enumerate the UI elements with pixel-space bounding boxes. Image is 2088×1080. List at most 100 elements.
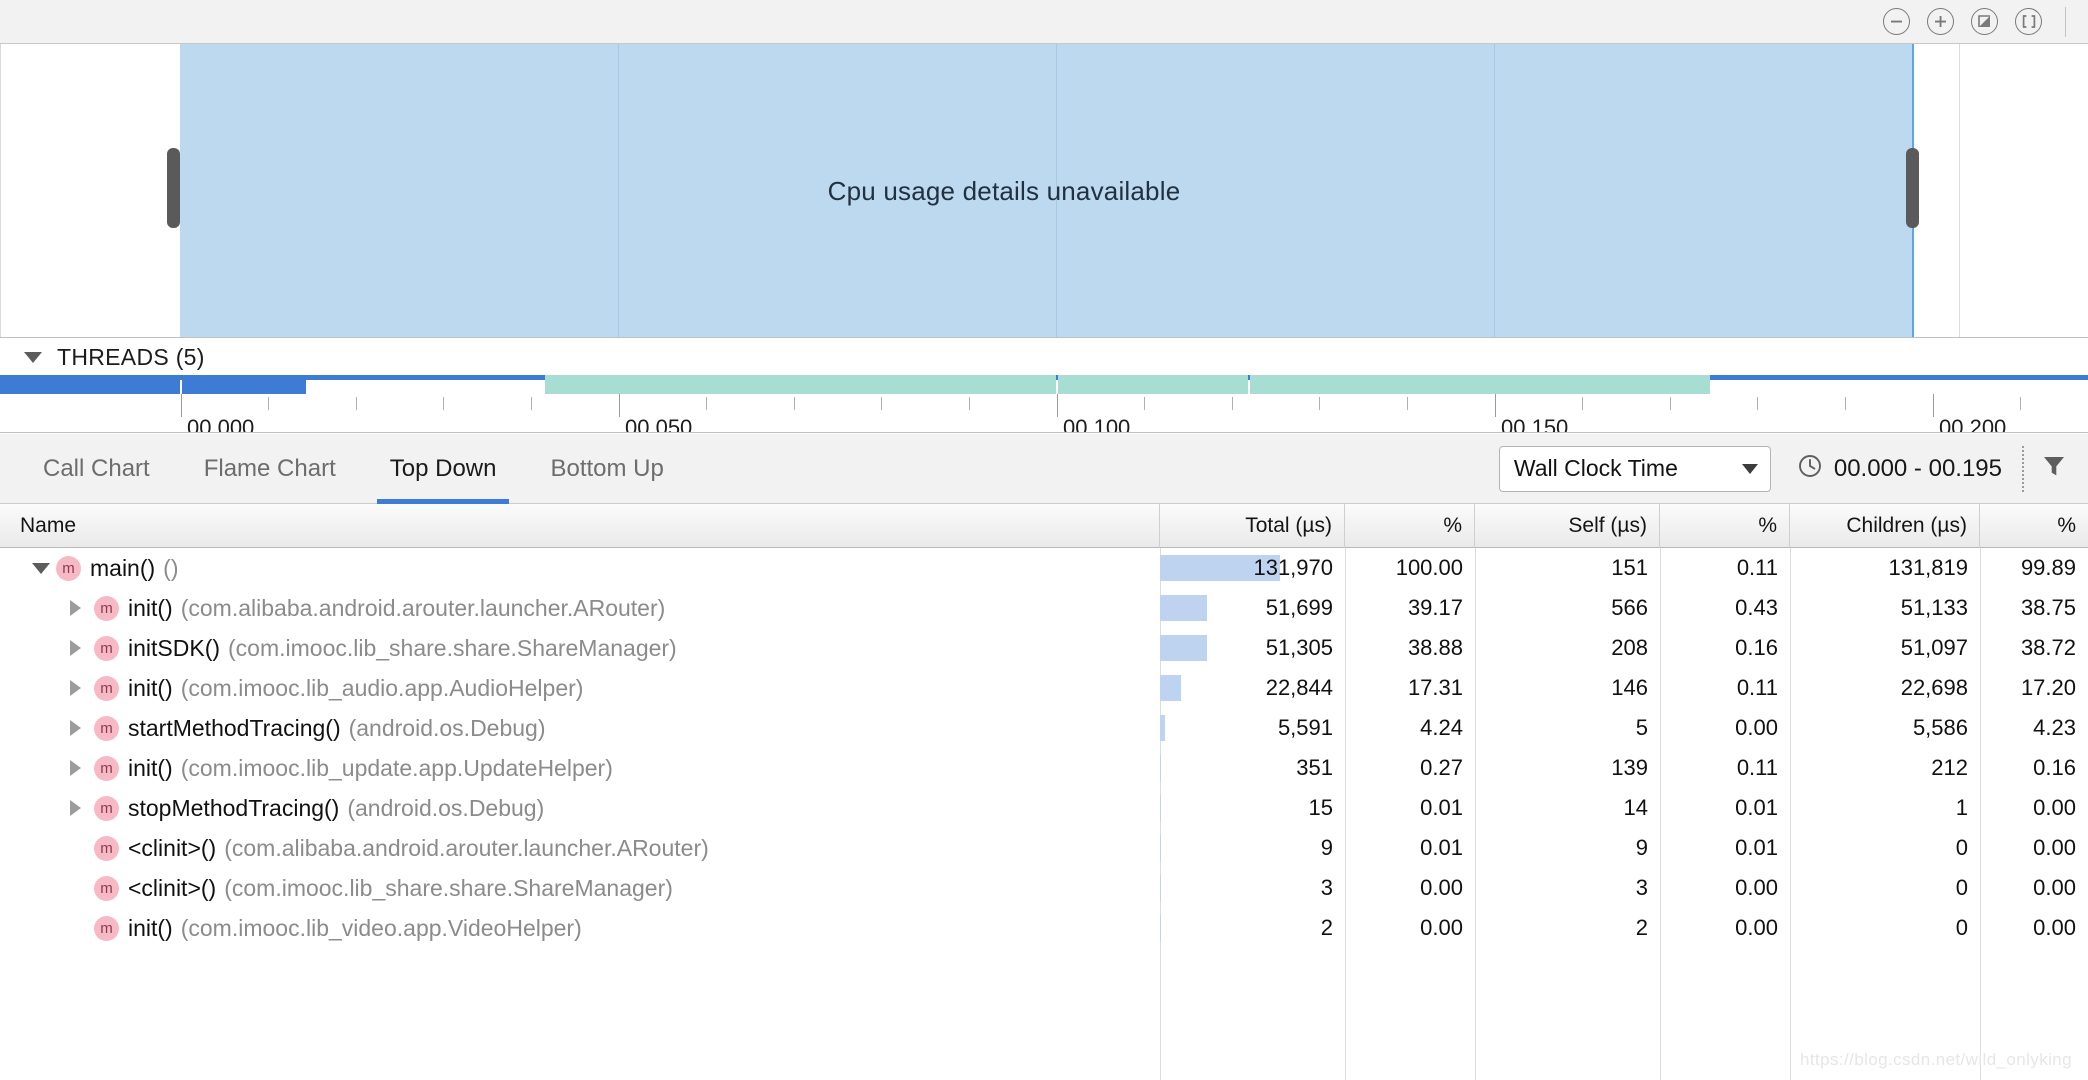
cell-self: 3 [1475, 868, 1660, 908]
cell-self-value: 5 [1635, 715, 1648, 740]
method-name: main() [90, 554, 156, 581]
expand-collapse-icon[interactable] [32, 562, 50, 574]
cell-self-pct-value: 0.01 [1735, 795, 1778, 820]
column-header-children[interactable]: Children (µs) [1790, 503, 1980, 548]
cell-total-pct: 0.01 [1345, 828, 1475, 868]
cpu-usage-message: Cpu usage details unavailable [827, 175, 1181, 206]
cell-children-pct: 0.00 [1980, 828, 2088, 868]
cell-self-pct: 0.01 [1660, 828, 1790, 868]
method-package: (com.imooc.lib_video.app.VideoHelper) [180, 914, 582, 941]
expand-collapse-icon[interactable] [70, 760, 81, 776]
zoom-out-icon[interactable] [1883, 8, 1910, 35]
cell-self-pct: 0.11 [1660, 748, 1790, 788]
cell-children: 22,698 [1790, 668, 1980, 708]
threads-section-header[interactable]: THREADS (5) [0, 339, 2088, 375]
thread-activity-segment [0, 375, 180, 394]
twisty-slot [70, 760, 94, 776]
cell-children: 0 [1790, 828, 1980, 868]
method-name: init() [128, 594, 173, 621]
method-package: (com.imooc.lib_audio.app.AudioHelper) [180, 674, 584, 701]
control-separator [2022, 445, 2024, 492]
zoom-to-selection-icon[interactable] [2015, 8, 2042, 35]
cpu-profiler-window: Cpu usage details unavailable THREADS (5… [0, 0, 2088, 1080]
table-row[interactable]: m main() () 131,970 100.00 151 0.11 131,819 99.8… [0, 548, 2088, 588]
expand-collapse-icon[interactable] [70, 680, 81, 696]
cell-total-pct-value: 38.88 [1407, 635, 1463, 660]
table-row[interactable]: m init() (com.alibaba.android.arouter.laun… [0, 588, 2088, 628]
expand-collapse-icon[interactable] [70, 640, 81, 656]
filter-icon[interactable] [2040, 452, 2068, 485]
cell-children: 51,097 [1790, 628, 1980, 668]
zoom-in-icon[interactable] [1927, 8, 1954, 35]
reset-zoom-icon[interactable] [1971, 8, 1998, 35]
cell-name: m init() (com.alibaba.android.arouter.laun… [0, 588, 1160, 628]
column-header-self[interactable]: Self (µs) [1475, 503, 1660, 548]
cell-self: 566 [1475, 588, 1660, 628]
cell-self-pct-value: 0.01 [1735, 835, 1778, 860]
expand-collapse-icon[interactable] [70, 800, 81, 816]
cell-total: 9 [1160, 828, 1345, 868]
table-row[interactable]: m init() (com.imooc.lib_audio.app.AudioHel… [0, 668, 2088, 708]
table-row[interactable]: m init() (com.imooc.lib_video.app.VideoHel… [0, 908, 2088, 948]
cell-children-value: 22,698 [1900, 675, 1968, 700]
cell-self-value: 14 [1623, 795, 1648, 820]
table-header: Name Total (µs) % Self (µs) % Children (… [0, 503, 2088, 548]
method-badge-icon: m [94, 795, 119, 821]
twisty-slot [70, 800, 94, 816]
method-name: init() [128, 914, 173, 941]
tab-flame-chart[interactable]: Flame Chart [177, 434, 363, 504]
cell-children-pct-value: 4.23 [2033, 715, 2076, 740]
cell-name: m main() () [0, 548, 1160, 588]
column-header-total-pct[interactable]: % [1345, 503, 1475, 548]
call-tree-table[interactable]: m main()() 131,970 100.00 151 0.11 131,819 99.8… [0, 548, 2088, 1080]
cell-total: 51,699 [1160, 588, 1345, 628]
table-row[interactable]: m <clinit>() (com.alibaba.android.arouter.… [0, 828, 2088, 868]
column-header-name[interactable]: Name [0, 503, 1160, 548]
table-row[interactable]: m init() (com.imooc.lib_update.app.UpdateH… [0, 748, 2088, 788]
cell-total-pct-value: 0.00 [1420, 875, 1463, 900]
cell-self: 9 [1475, 828, 1660, 868]
method-name: init() [128, 674, 173, 701]
chevron-down-icon[interactable] [24, 351, 42, 363]
time-tick-label: 00.100 [1063, 415, 1131, 433]
cell-self-value: 2 [1635, 915, 1648, 940]
chevron-down-icon[interactable] [1741, 463, 1758, 474]
expand-collapse-icon[interactable] [70, 720, 81, 736]
selected-range: 00.000 - 00.195 [1797, 453, 2002, 484]
table-row[interactable]: m startMethodTracing() (android.os.Debug) 5… [0, 708, 2088, 748]
table-row[interactable]: m stopMethodTracing() (android.os.Debug) 15… [0, 788, 2088, 828]
column-header-total[interactable]: Total (µs) [1160, 503, 1345, 548]
tab-top-down[interactable]: Top Down [363, 434, 524, 504]
cell-self-value: 146 [1611, 675, 1648, 700]
method-package: () [163, 554, 179, 581]
cell-self-pct: 0.11 [1660, 548, 1790, 588]
time-tick-label: 00.200 [1939, 415, 2007, 433]
tab-call-chart[interactable]: Call Chart [16, 434, 177, 504]
expand-collapse-icon[interactable] [70, 600, 81, 616]
cell-total-pct: 0.00 [1345, 908, 1475, 948]
cell-self-value: 151 [1611, 555, 1648, 580]
tab-bottom-up[interactable]: Bottom Up [523, 434, 690, 504]
cell-total-value: 2 [1320, 915, 1333, 940]
cell-total: 3 [1160, 868, 1345, 908]
time-tick-label: 00.150 [1501, 415, 1569, 433]
cell-self-pct: 0.43 [1660, 588, 1790, 628]
column-header-self-pct[interactable]: % [1660, 503, 1790, 548]
method-name: stopMethodTracing() [128, 794, 340, 821]
cell-children-value: 1 [1955, 795, 1968, 820]
table-row[interactable]: m initSDK() (com.imooc.lib_share.share.Sha… [0, 628, 2088, 668]
cell-self-pct-value: 0.00 [1735, 715, 1778, 740]
column-header-children-pct[interactable]: % [1980, 504, 2088, 548]
cell-children-value: 51,097 [1900, 635, 1968, 660]
cell-children-pct-value: 0.00 [2033, 875, 2076, 900]
method-badge-icon: m [94, 595, 119, 621]
cell-name: m initSDK() (com.imooc.lib_share.share.Sha… [0, 628, 1160, 668]
time-tick-label: 00.050 [625, 415, 693, 433]
cpu-usage-panel[interactable]: Cpu usage details unavailable [0, 44, 2088, 338]
clock-type-dropdown[interactable]: Wall Clock Time [1498, 445, 1771, 492]
threads-timeline[interactable]: 00.000 00.050 00.100 00.150 00.200 [0, 375, 2088, 433]
total-duration-bar [1160, 875, 1161, 901]
table-row[interactable]: m <clinit>() (com.imooc.lib_share.share.Sh… [0, 868, 2088, 908]
method-package: (com.alibaba.android.arouter.launcher.AR… [224, 834, 709, 861]
total-duration-bar [1160, 675, 1181, 701]
